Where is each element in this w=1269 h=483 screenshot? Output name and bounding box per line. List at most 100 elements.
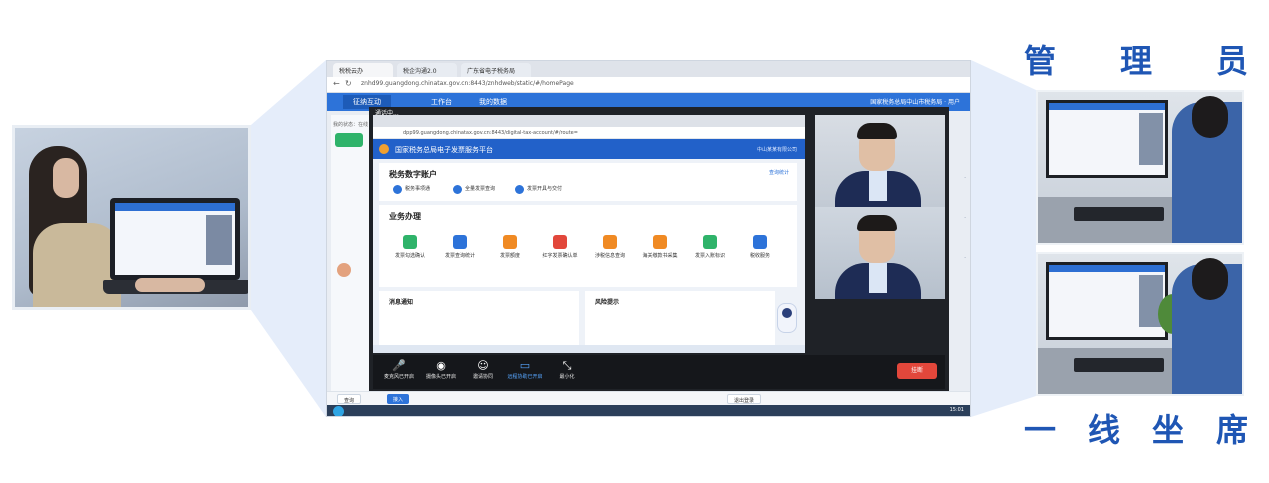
service-icon [553,235,567,249]
service-label: 税收服务 [749,253,770,259]
service-tile[interactable]: 发票额度 [491,235,529,260]
service-icon [453,235,467,249]
home-button[interactable] [335,133,363,147]
service-icon [503,235,517,249]
call-control-button[interactable]: 🎤 麦克风已开启 [379,359,419,380]
service-tile[interactable]: 发票入账标识 [691,235,729,260]
service-label: 涉税信息查询 [594,253,625,259]
screen-share-icon: ▭ [519,359,531,372]
business-card: 业务办理 发票勾选确认 发票查询统计 发票额度 红字发票确认单 涉税信息查询 海关缴款书采… [379,205,797,287]
remote-assist-screenshot: 税税云办 税企沟通2.0 广东省电子税务局 ← ↻ znhd99.guangdo… [326,60,971,417]
service-tile[interactable]: 发票勾选确认 [391,235,429,260]
portal-title: 国家税务总局电子发票服务平台 [395,146,493,154]
agent-video-female [815,207,945,299]
hangup-button[interactable]: 挂断 [897,363,937,379]
service-label: 发票查询统计 [444,253,475,259]
query-button[interactable]: 查询 [337,394,362,404]
headset-agent-figure [1192,96,1228,138]
call-control-button[interactable]: ▭ 远程协助已开启 [505,359,545,380]
portal-header: 国家税务总局电子发票服务平台 中山某某有限公司 [373,139,805,159]
business-heading: 业务办理 [389,212,421,221]
service-tile[interactable]: 发票查询统计 [441,235,479,260]
video-call-window: 通话中... dpp99.guangdong.chinatax.gov.cn:8… [369,107,949,391]
service-label: 发票勾选确认 [394,253,425,259]
call-control-button[interactable]: ⤡ 最小化 [547,359,587,380]
call-control-label: 最小化 [559,374,575,380]
nav-item-my-data[interactable]: 我的数据 [479,97,507,107]
agent-video-male [815,115,945,207]
shared-screen: dpp99.guangdong.chinatax.gov.cn:8443/dig… [373,115,805,353]
laptop [110,198,240,280]
portal-body: 税务数字账户 查询统计 税务事项通 全量发票查询 发票开具与交付 业务办理 发票… [373,159,805,353]
service-icon [703,235,717,249]
service-icon [653,235,667,249]
address-bar[interactable]: ← ↻ znhd99.guangdong.chinatax.gov.cn:844… [327,77,970,93]
call-control-button[interactable]: ☺ 邀请协同 [463,359,503,380]
logout-button[interactable]: 退出登录 [727,394,762,404]
call-control-button[interactable]: ◉ 摄像头已开启 [421,359,461,380]
user-menu[interactable]: 国家税务总局中山市税务局 · 用户 [870,97,960,106]
quick-link[interactable]: 税务事项通 [393,185,430,195]
status-text: 我的状态：在线 [333,122,369,128]
company-name: 中山某某有限公司 [756,147,797,153]
service-icon [603,235,617,249]
notice-heading: 消息通知 [389,299,414,306]
nav-item-workbench[interactable]: 工作台 [431,97,452,107]
call-control-label: 麦克风已开启 [383,374,414,380]
inner-url: dpp99.guangdong.chinatax.gov.cn:8443/dig… [373,127,805,139]
quick-link[interactable]: 全量发票查询 [453,185,495,195]
start-icon[interactable] [333,406,344,416]
frontline-seat-heading: 一 线 坐 席 [1024,411,1248,449]
notice-card: 消息通知 [379,291,579,349]
inner-tab-strip [373,115,805,127]
service-tile[interactable]: 红字发票确认单 [541,235,579,260]
service-icon [403,235,417,249]
service-tile[interactable]: 涉税信息查询 [591,235,629,260]
back-icon[interactable]: ← [333,79,340,88]
inner-taskbar [373,345,805,353]
call-controls: 🎤 麦克风已开启 ◉ 摄像头已开启 ☺ 邀请协同 ▭ 远程协助已开启 ⤡ 最小化 挂断 [373,355,945,389]
url-text: znhd99.guangdong.chinatax.gov.cn:8443/zn… [361,80,574,87]
headset-agent-figure [1192,258,1228,300]
reload-icon[interactable]: ↻ [345,79,352,88]
service-icon [753,235,767,249]
right-list: · · · [964,175,966,262]
service-label: 海关缴款书采集 [642,253,678,259]
avatar [337,263,351,277]
user-at-laptop-photo [12,125,251,310]
browser-tab[interactable]: 税税云办 [333,63,393,77]
risk-heading: 风险提示 [595,299,620,306]
service-label: 红字发票确认单 [542,253,578,259]
service-tile[interactable]: 海关缴款书采集 [641,235,679,260]
tax-account-card: 税务数字账户 查询统计 税务事项通 全量发票查询 发票开具与交付 [379,163,797,201]
agent-workstation-photo-1 [1036,90,1244,245]
call-control-label: 摄像头已开启 [425,374,456,380]
assistant-robot-icon[interactable] [777,303,797,333]
service-label: 发票入账标识 [694,253,725,259]
browser-tab[interactable]: 税企沟通2.0 [397,63,457,77]
agent-workstation-photo-2 [1036,252,1244,396]
account-link[interactable]: 查询统计 [769,169,789,176]
call-control-label: 邀请协同 [472,374,493,380]
invite-icon: ☺ [477,359,489,372]
tax-emblem-icon [379,144,389,154]
quick-link[interactable]: 发票开具与交付 [515,185,562,195]
account-heading: 税务数字账户 [389,170,437,179]
service-label: 发票额度 [499,253,520,259]
accept-button[interactable]: 接入 [387,394,410,404]
left-funnel [251,60,326,417]
microphone-icon: 🎤 [392,359,406,372]
camera-icon: ◉ [436,359,446,372]
right-funnel [971,60,1036,417]
composite-illustration: 税税云办 税企沟通2.0 广东省电子税务局 ← ↻ znhd99.guangdo… [0,0,1269,483]
risk-card: 风险提示 [585,291,775,349]
browser-tab[interactable]: 广东省电子税务局 [461,63,531,77]
call-control-label: 远程协助已开启 [507,374,543,380]
taskbar-clock: 15:01 [949,407,964,413]
agent-side-panel: 我的状态：在线 [331,115,371,405]
bottom-toolbar: 查询 接入 退出登录 [327,391,970,405]
service-tile[interactable]: 税收服务 [741,235,779,260]
windows-taskbar: 15:01 [327,405,970,416]
minimize-icon: ⤡ [562,359,572,372]
administrator-heading: 管 理 员 [1024,42,1248,80]
